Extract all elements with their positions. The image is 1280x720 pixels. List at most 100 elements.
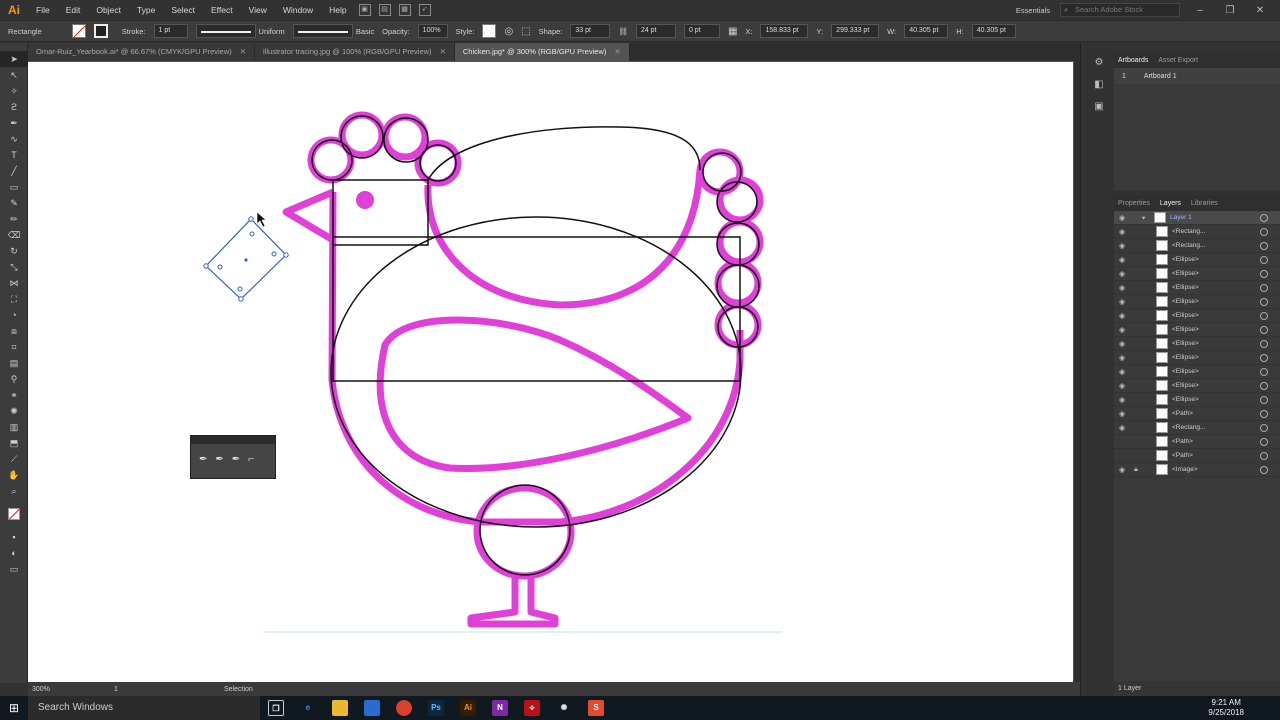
- visibility-icon[interactable]: ◉: [1114, 284, 1130, 292]
- type-tool-icon[interactable]: T: [0, 147, 28, 163]
- blend-tool-icon[interactable]: ⚭: [0, 387, 28, 403]
- artboard-nav[interactable]: 1: [114, 686, 154, 693]
- add-anchor-tool-icon[interactable]: ✒: [215, 454, 223, 465]
- visibility-icon[interactable]: ◉: [1114, 242, 1130, 250]
- curvature-tool-icon[interactable]: ∿: [0, 131, 28, 147]
- status-tool[interactable]: Selection: [224, 686, 253, 693]
- recolor-icon[interactable]: ◎: [504, 26, 513, 37]
- layer-item-row[interactable]: <Path>: [1114, 435, 1280, 449]
- visibility-icon[interactable]: ◉: [1114, 214, 1130, 222]
- stock-icon[interactable]: ▤: [378, 4, 391, 16]
- menu-edit[interactable]: Edit: [58, 5, 89, 15]
- x-field[interactable]: 158.833 pt: [760, 24, 809, 38]
- visibility-icon[interactable]: ◉: [1114, 340, 1130, 348]
- chicken-artwork[interactable]: [28, 62, 1073, 682]
- target-icon[interactable]: [1260, 241, 1268, 250]
- menu-file[interactable]: File: [28, 5, 58, 15]
- close-tab-icon[interactable]: ✕: [240, 43, 246, 61]
- menu-view[interactable]: View: [241, 5, 275, 15]
- fill-swatch[interactable]: [71, 24, 86, 38]
- expand-icon[interactable]: ▾: [1142, 214, 1154, 222]
- system-clock[interactable]: 9:21 AM 9/25/2018: [1208, 698, 1280, 718]
- screencast-icon[interactable]: S: [580, 696, 612, 720]
- eraser-tool-icon[interactable]: ⌫: [0, 227, 28, 243]
- magic-wand-tool-icon[interactable]: ✧: [0, 83, 28, 99]
- lock-icon[interactable]: 🔒︎: [1130, 466, 1142, 474]
- zoom-tool-icon[interactable]: ⌕: [0, 483, 28, 499]
- tab-libraries[interactable]: Libraries: [1191, 200, 1218, 207]
- store-icon[interactable]: [356, 696, 388, 720]
- shape-height-field[interactable]: 24 pt: [635, 24, 676, 38]
- visibility-icon[interactable]: ◉: [1114, 368, 1130, 376]
- edge-icon[interactable]: e: [292, 696, 324, 720]
- visibility-icon[interactable]: ◉: [1114, 396, 1130, 404]
- gradient-tool-icon[interactable]: ▤: [0, 355, 28, 371]
- menu-select[interactable]: Select: [163, 5, 203, 15]
- appearance-panel-icon[interactable]: ⚙: [1088, 52, 1110, 74]
- graphic-styles-panel-icon[interactable]: ◧: [1088, 74, 1110, 96]
- scale-tool-icon[interactable]: ⤡: [0, 259, 28, 275]
- visibility-icon[interactable]: ◉: [1114, 466, 1130, 474]
- tab-asset-export[interactable]: Asset Export: [1158, 57, 1198, 64]
- line-tool-icon[interactable]: ╱: [0, 163, 28, 179]
- eyedropper-tool-icon[interactable]: ⚲: [0, 371, 28, 387]
- arrange-icon[interactable]: ▦: [398, 4, 411, 16]
- style-swatch[interactable]: [482, 24, 497, 38]
- chrome-icon[interactable]: [388, 696, 420, 720]
- anchor-point-tool-icon[interactable]: ⌐: [248, 454, 254, 465]
- perspective-grid-tool-icon[interactable]: ⧈: [0, 323, 28, 339]
- menu-object[interactable]: Object: [88, 5, 129, 15]
- fill-stroke-icon[interactable]: [0, 499, 28, 529]
- layer-item-row[interactable]: ◉ <Path>: [1114, 407, 1280, 421]
- hand-tool-icon[interactable]: ✋: [0, 467, 28, 483]
- close-tab-icon[interactable]: ✕: [614, 43, 620, 61]
- delete-anchor-tool-icon[interactable]: ✒: [232, 454, 240, 465]
- opacity-field[interactable]: 100%: [417, 24, 448, 38]
- target-icon[interactable]: [1260, 339, 1268, 348]
- w-field[interactable]: 40.305 pt: [904, 24, 949, 38]
- layer-item-row[interactable]: ◉ <Ellipse>: [1114, 295, 1280, 309]
- panel-header[interactable]: [191, 436, 275, 444]
- stroke-swatch[interactable]: [93, 24, 108, 38]
- visibility-icon[interactable]: ◉: [1114, 382, 1130, 390]
- visibility-icon[interactable]: ◉: [1114, 312, 1130, 320]
- direct-selection-tool-icon[interactable]: ↖: [0, 67, 28, 83]
- close-icon[interactable]: ✕: [1250, 5, 1270, 16]
- target-icon[interactable]: [1260, 311, 1268, 320]
- target-icon[interactable]: [1260, 465, 1268, 474]
- menu-effect[interactable]: Effect: [203, 5, 241, 15]
- layer-item-row[interactable]: <Path>: [1114, 449, 1280, 463]
- selection-tool-icon[interactable]: ➤: [0, 51, 28, 67]
- tab-illustrator-tracing[interactable]: illustrator tracing.jpg @ 100% (RGB/GPU …: [255, 43, 455, 61]
- artboard-tool-icon[interactable]: ⬒: [0, 435, 28, 451]
- corner-radius-field[interactable]: 0 pt: [683, 24, 720, 38]
- tab-artboards[interactable]: Artboards: [1118, 57, 1148, 64]
- layer-item-row[interactable]: ◉ <Ellipse>: [1114, 267, 1280, 281]
- layer-item-row[interactable]: ◉ <Ellipse>: [1114, 379, 1280, 393]
- gpu-icon[interactable]: ➶: [418, 4, 431, 16]
- visibility-icon[interactable]: ◉: [1114, 228, 1130, 236]
- layer-item-row[interactable]: ◉ <Rectang...: [1114, 421, 1280, 435]
- menu-type[interactable]: Type: [129, 5, 163, 15]
- transparency-panel-icon[interactable]: ▣: [1088, 96, 1110, 118]
- layer-row[interactable]: ◉ ▾ Layer 1: [1114, 211, 1280, 225]
- maximize-icon[interactable]: ❐: [1220, 5, 1240, 16]
- shape-width-field[interactable]: 33 pt: [570, 24, 611, 38]
- slice-tool-icon[interactable]: ⟋: [0, 451, 28, 467]
- layer-item-row[interactable]: ◉ <Ellipse>: [1114, 253, 1280, 267]
- acrobat-icon[interactable]: ⟡: [516, 696, 548, 720]
- target-icon[interactable]: [1260, 283, 1268, 292]
- lasso-tool-icon[interactable]: ϩ: [0, 99, 28, 115]
- screen-mode-icon[interactable]: ▭: [0, 561, 28, 577]
- layer-item-row[interactable]: ◉ <Ellipse>: [1114, 393, 1280, 407]
- layer-item-row[interactable]: ◉ <Ellipse>: [1114, 309, 1280, 323]
- draw-mode-icon[interactable]: ◐: [0, 545, 28, 561]
- bridge-icon[interactable]: ▣: [358, 4, 371, 16]
- y-field[interactable]: 299.333 pt: [831, 24, 880, 38]
- stock-search-input[interactable]: Search Adobe Stock: [1060, 3, 1180, 17]
- link-icon[interactable]: ⛓: [618, 27, 628, 36]
- target-icon[interactable]: [1260, 213, 1268, 222]
- onenote-icon[interactable]: N: [484, 696, 516, 720]
- menu-help[interactable]: Help: [321, 5, 354, 15]
- layer-item-row[interactable]: ◉ <Rectang...: [1114, 225, 1280, 239]
